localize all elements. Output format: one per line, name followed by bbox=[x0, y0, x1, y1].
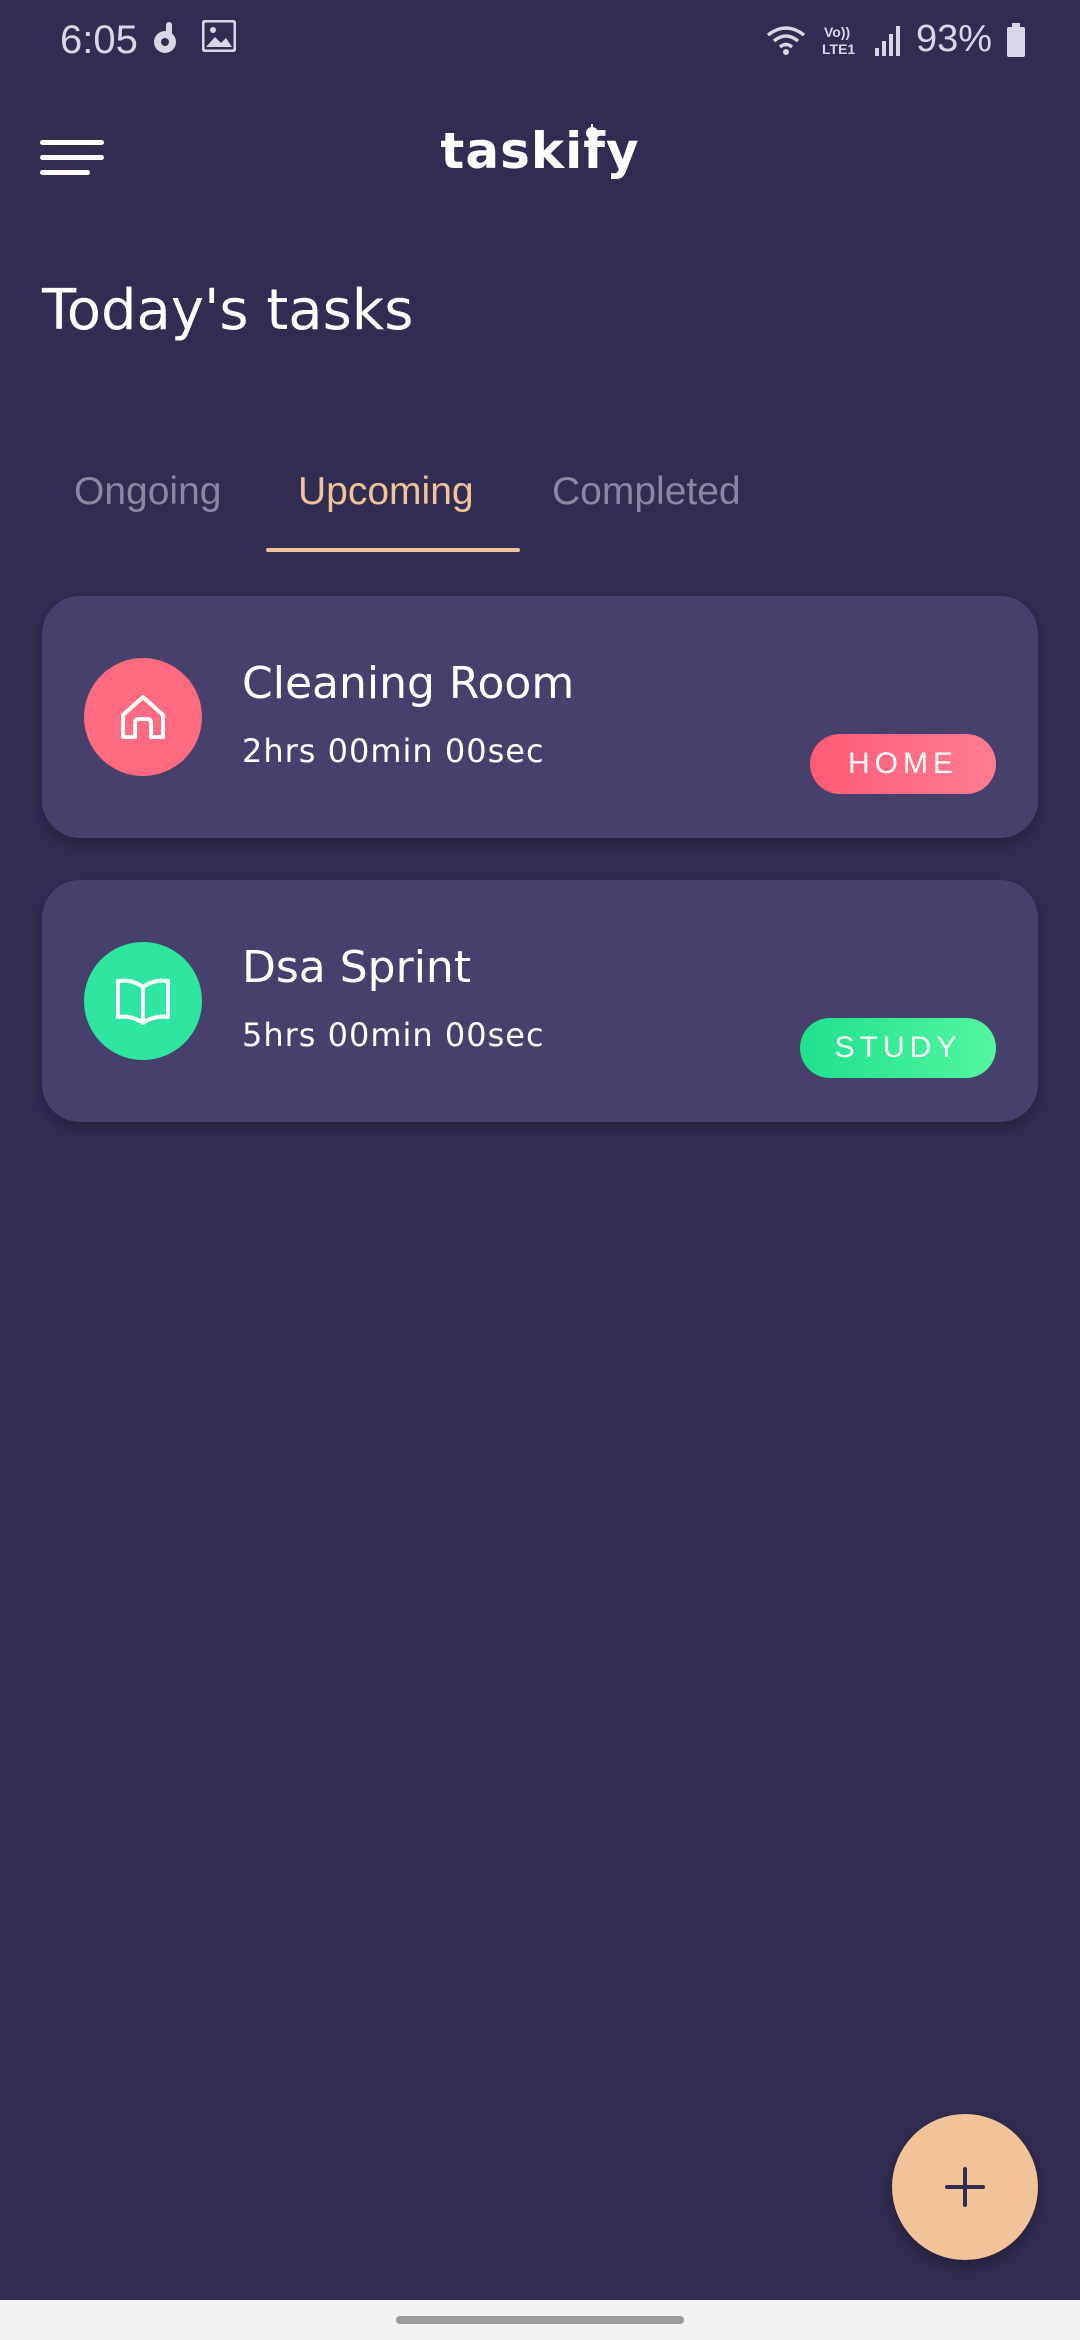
tab-completed[interactable]: Completed bbox=[552, 470, 741, 514]
task-card-dsa-sprint[interactable]: Dsa Sprint 5hrs 00min 00sec STUDY bbox=[42, 880, 1038, 1122]
svg-text:LTE1: LTE1 bbox=[822, 41, 855, 57]
task-icon-badge bbox=[84, 942, 202, 1060]
system-nav-bar bbox=[0, 2300, 1080, 2340]
gallery-icon bbox=[201, 19, 237, 60]
home-gesture-handle[interactable] bbox=[396, 2316, 684, 2324]
status-bar: 6:05 Vo)) LTE1 93% bbox=[0, 0, 1080, 84]
task-card-cleaning-room[interactable]: Cleaning Room 2hrs 00min 00sec HOME bbox=[42, 596, 1038, 838]
app-screen: 6:05 Vo)) LTE1 93% taskify Today's tasks… bbox=[0, 0, 1080, 2340]
status-system-icons: Vo)) LTE1 93% bbox=[766, 18, 1026, 61]
active-tab-indicator bbox=[266, 548, 520, 552]
task-tabs: Ongoing Upcoming Completed bbox=[42, 462, 822, 554]
battery-icon bbox=[1006, 22, 1026, 57]
ok-hand-icon bbox=[150, 20, 180, 60]
task-duration: 5hrs 00min 00sec bbox=[242, 1016, 545, 1054]
svg-text:Vo)): Vo)) bbox=[824, 24, 850, 40]
add-task-button[interactable] bbox=[892, 2114, 1038, 2260]
task-duration: 2hrs 00min 00sec bbox=[242, 732, 545, 770]
app-logo: taskify bbox=[440, 122, 640, 180]
task-title: Dsa Sprint bbox=[242, 942, 472, 993]
tab-ongoing[interactable]: Ongoing bbox=[74, 470, 221, 514]
signal-icon bbox=[874, 24, 902, 56]
task-icon-badge bbox=[84, 658, 202, 776]
logo-timer-icon bbox=[586, 124, 598, 139]
battery-level: 93% bbox=[915, 18, 992, 60]
wifi-icon bbox=[766, 23, 806, 57]
page-title: Today's tasks bbox=[42, 278, 414, 343]
task-title: Cleaning Room bbox=[242, 658, 575, 709]
home-icon bbox=[121, 695, 165, 739]
open-book-icon bbox=[116, 978, 170, 1025]
task-tag-home[interactable]: HOME bbox=[810, 734, 996, 794]
status-notification-icons bbox=[150, 19, 237, 60]
task-tag-study[interactable]: STUDY bbox=[800, 1018, 996, 1078]
volte-icon: Vo)) LTE1 bbox=[820, 22, 860, 58]
status-time: 6:05 bbox=[60, 18, 138, 62]
tab-upcoming[interactable]: Upcoming bbox=[298, 470, 474, 514]
plus-icon bbox=[945, 2167, 985, 2207]
